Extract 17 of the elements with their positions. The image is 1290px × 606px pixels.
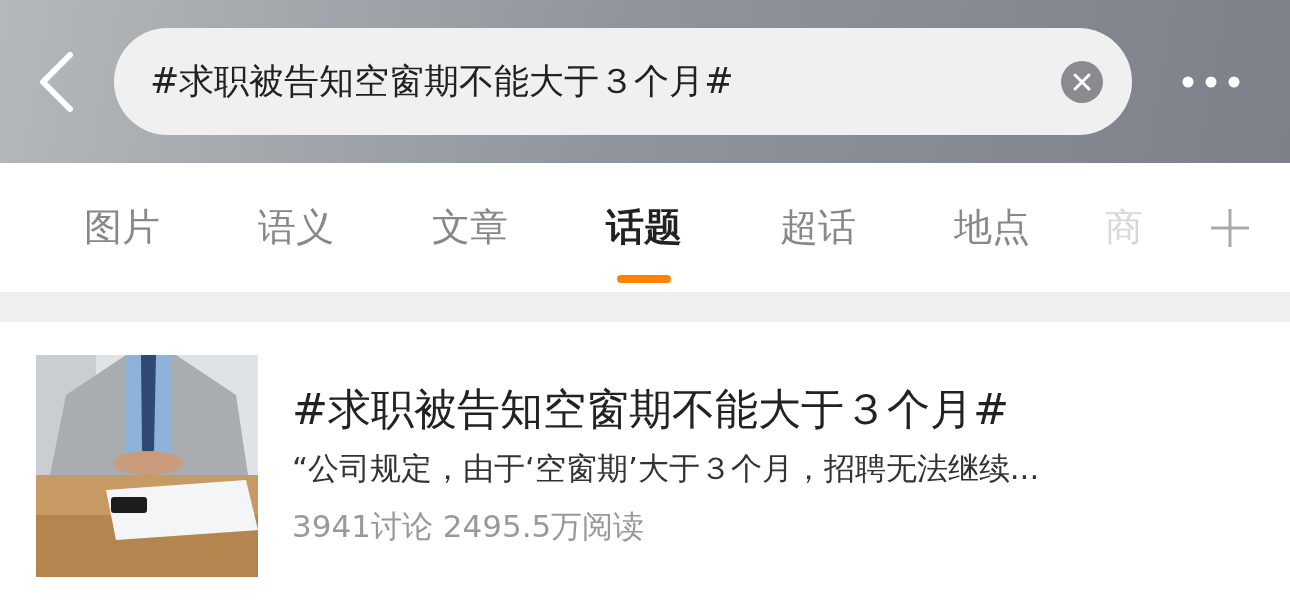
clear-icon[interactable] <box>1061 60 1103 103</box>
topic-stats: 3941讨论 2495.5万阅读 <box>292 507 646 546</box>
search-text: #求职被告知空窗期不能大于３个月# <box>150 60 735 104</box>
topic-description: “公司规定，由于‘空窗期’大于３个月，招聘无法继续... <box>292 449 1040 488</box>
back-icon[interactable] <box>38 50 74 113</box>
tab[interactable]: 超话 <box>731 163 905 292</box>
more-icon[interactable] <box>1182 75 1240 88</box>
tab[interactable]: 语义 <box>209 163 383 292</box>
search-field[interactable]: #求职被告知空窗期不能大于３个月# <box>114 28 1132 135</box>
tab[interactable]: 文章 <box>383 163 557 292</box>
active-indicator <box>617 275 671 283</box>
tab[interactable]: 图片 <box>35 163 209 292</box>
tab[interactable]: 地点 <box>905 163 1079 292</box>
topic-title: #求职被告知空窗期不能大于３个月# <box>292 383 1011 436</box>
tab[interactable]: 话题 <box>557 163 731 292</box>
topic-card[interactable]: #求职被告知空窗期不能大于３个月# “公司规定，由于‘空窗期’大于３个月，招聘无法继续... 3941讨论 2495.5万阅读 <box>0 322 1290 577</box>
add-icon[interactable] <box>1210 207 1250 248</box>
